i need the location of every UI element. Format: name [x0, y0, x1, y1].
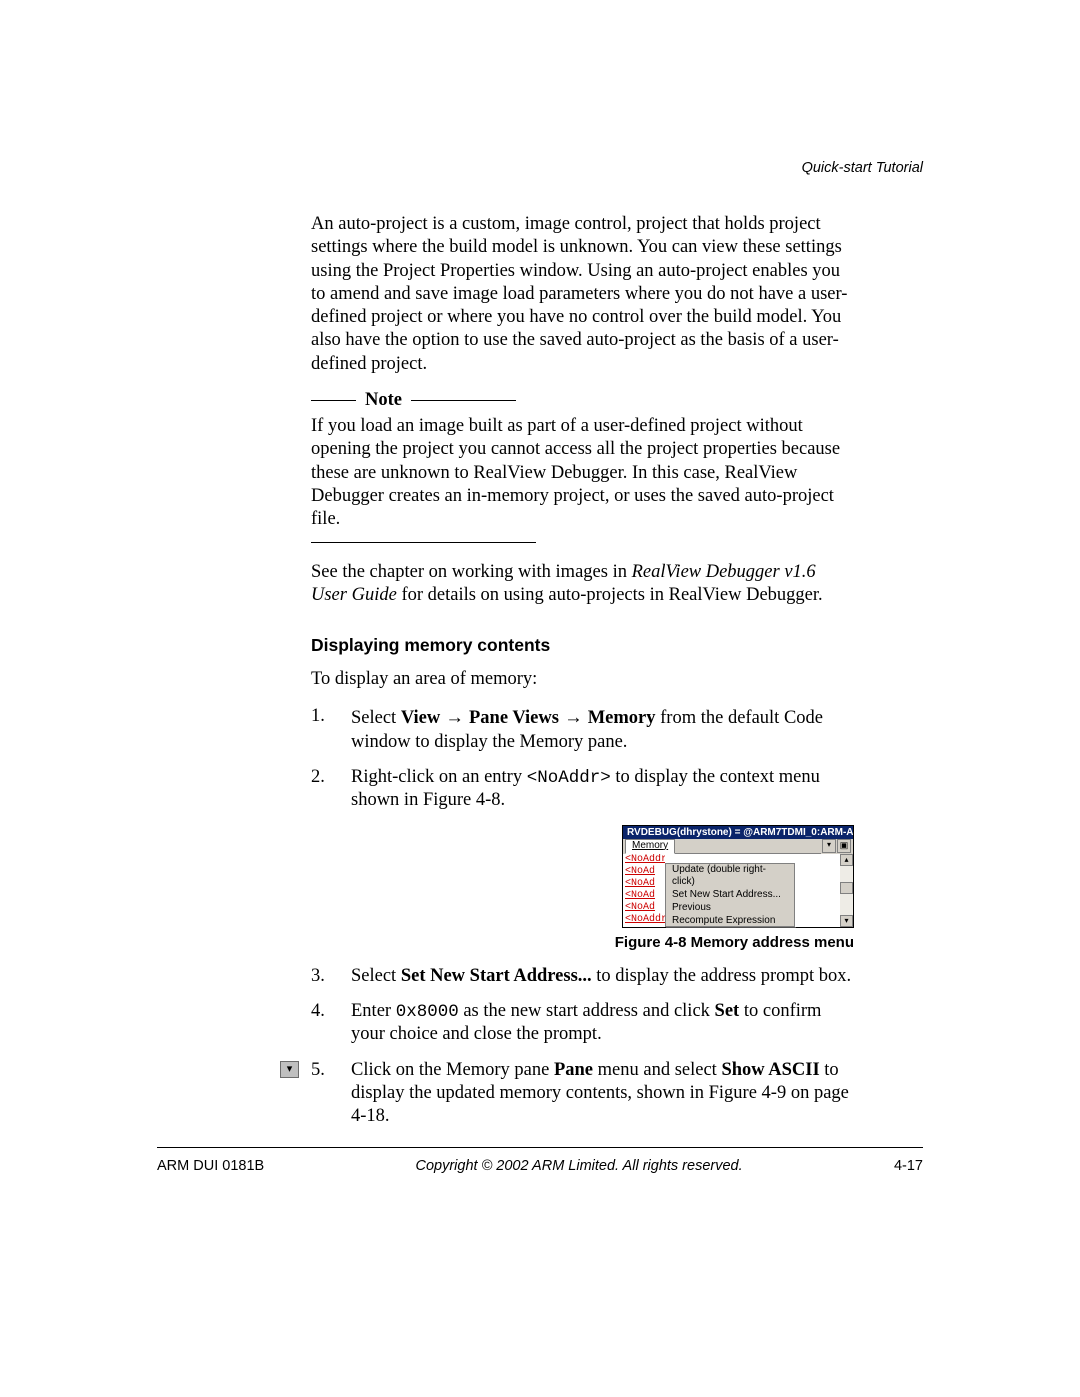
note-end-rule	[311, 542, 536, 543]
step-number: 2.	[311, 766, 351, 813]
footer: ARM DUI 0181B Copyright © 2002 ARM Limit…	[157, 1158, 923, 1174]
scroll-track[interactable]	[840, 866, 853, 915]
addr-row[interactable]: <NoAd	[623, 866, 665, 878]
tab-memory[interactable]: Memory	[625, 839, 675, 854]
window-titlebar: RVDEBUG(dhrystone) = @ARM7TDMI_0:ARM-A-…	[623, 826, 853, 839]
scroll-up-icon[interactable]: ▴	[840, 854, 853, 866]
pane-dropdown-icon[interactable]: ▾	[822, 839, 836, 853]
page-number: 4-17	[894, 1158, 923, 1174]
step-number: 1.	[311, 705, 351, 754]
paragraph-autoproject: An auto-project is a custom, image contr…	[311, 213, 854, 376]
ordered-steps-cont: 3. Select Set New Start Address... to di…	[311, 965, 854, 1129]
section-lead: To display an area of memory:	[311, 668, 854, 691]
pane-close-icon[interactable]: ▣	[837, 839, 851, 853]
footer-rule	[157, 1147, 923, 1148]
step-text: Select Set New Start Address... to displ…	[351, 965, 854, 988]
step-text: Enter 0x8000 as the new start address an…	[351, 1000, 854, 1047]
menu-item-update[interactable]: Update (double right-click)	[666, 864, 794, 889]
running-header: Quick-start Tutorial	[802, 160, 923, 176]
menu-item-recompute-expression[interactable]: Recompute Expression	[666, 915, 794, 928]
step-number: 3.	[311, 965, 351, 988]
addr-row[interactable]: <NoAd	[623, 890, 665, 902]
ordered-steps: 1. Select View → Pane Views → Memory fro…	[311, 705, 854, 812]
copyright: Copyright © 2002 ARM Limited. All rights…	[264, 1158, 894, 1174]
context-menu: Update (double right-click) Set New Star…	[665, 863, 795, 927]
doc-id: ARM DUI 0181B	[157, 1158, 264, 1174]
address-column: <NoAddr> <NoAd <NoAd <NoAd <NoAd <NoAddr…	[623, 854, 665, 927]
pane-fill: ▴ ▾	[795, 854, 853, 927]
step-5: 5. Click on the Memory pane Pane menu an…	[311, 1059, 854, 1129]
menu-item-set-new-start-address[interactable]: Set New Start Address...	[666, 889, 794, 902]
step-text: Right-click on an entry <NoAddr> to disp…	[351, 766, 854, 813]
text: See the chapter on working with images i…	[311, 562, 632, 582]
note-label: Note	[365, 390, 402, 411]
pane-menu-margin-icon: ▾	[280, 1061, 299, 1078]
text: for details on using auto-projects in Re…	[397, 585, 823, 605]
note-rule-left	[311, 400, 356, 401]
note-rule-right	[411, 400, 516, 401]
step-4: 4. Enter 0x8000 as the new start address…	[311, 1000, 854, 1047]
addr-row[interactable]: <NoAddr>	[623, 914, 665, 926]
menu-item-previous[interactable]: Previous	[666, 902, 794, 915]
note-body: If you load an image built as part of a …	[311, 415, 854, 531]
addr-row[interactable]: <NoAd	[623, 878, 665, 890]
body-column: An auto-project is a custom, image contr…	[311, 213, 854, 1140]
addr-row[interactable]: <NoAd	[623, 902, 665, 914]
scrollbar[interactable]: ▴ ▾	[840, 854, 853, 927]
page: Quick-start Tutorial An auto-project is …	[0, 0, 1080, 1397]
scroll-down-icon[interactable]: ▾	[840, 915, 853, 927]
step-3: 3. Select Set New Start Address... to di…	[311, 965, 854, 988]
addr-row[interactable]: <NoAddr>	[623, 854, 665, 866]
step-text: Select View → Pane Views → Memory from t…	[351, 705, 854, 754]
figure-caption: Figure 4-8 Memory address menu	[311, 934, 854, 951]
step-1: 1. Select View → Pane Views → Memory fro…	[311, 705, 854, 754]
step-2: 2. Right-click on an entry <NoAddr> to d…	[311, 766, 854, 813]
scroll-thumb[interactable]	[840, 882, 853, 894]
pane-client: <NoAddr> <NoAd <NoAd <NoAd <NoAd <NoAddr…	[623, 854, 853, 927]
step-number: 5.	[311, 1059, 351, 1129]
tab-strip: Memory ▾ ▣	[623, 839, 853, 854]
tab-filler	[675, 839, 821, 854]
figure-4-8: RVDEBUG(dhrystone) = @ARM7TDMI_0:ARM-A-……	[622, 825, 854, 928]
paragraph-seealso: See the chapter on working with images i…	[311, 561, 854, 608]
step-number: 4.	[311, 1000, 351, 1047]
note-heading-row: Note	[311, 390, 854, 411]
step-text: Click on the Memory pane Pane menu and s…	[351, 1059, 854, 1129]
section-heading: Displaying memory contents	[311, 635, 854, 656]
